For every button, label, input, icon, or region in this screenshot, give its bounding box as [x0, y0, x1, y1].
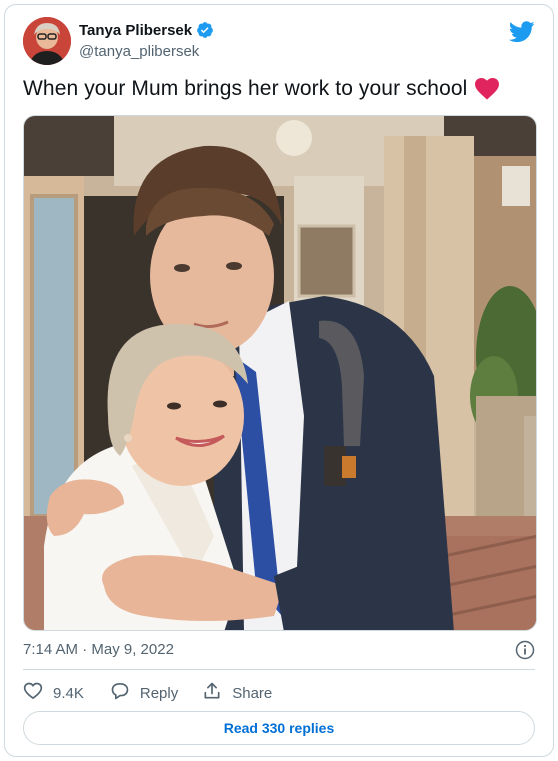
info-icon[interactable] [515, 640, 535, 660]
read-replies-button[interactable]: Read 330 replies [23, 711, 535, 745]
red-heart-icon [475, 78, 500, 100]
share-upload-icon [202, 681, 222, 705]
tweet-body: When your Mum brings her work to your sc… [23, 77, 468, 100]
author-block[interactable]: Tanya Plibersek @tanya_plibersek [79, 20, 214, 60]
like-count: 9.4K [53, 684, 84, 702]
tweet-timestamp[interactable]: 7:14 AM · May 9, 2022 [23, 641, 174, 658]
avatar[interactable] [23, 17, 71, 65]
tweet-text: When your Mum brings her work to your sc… [23, 77, 500, 101]
share-button[interactable]: Share [202, 681, 272, 705]
tweet-photo[interactable] [23, 115, 537, 631]
like-button[interactable]: 9.4K [23, 681, 84, 705]
twitter-bird-icon[interactable] [508, 21, 535, 43]
author-name[interactable]: Tanya Plibersek [79, 22, 192, 39]
divider [23, 669, 535, 670]
heart-outline-icon [23, 681, 43, 705]
tweet-card: Tanya Plibersek @tanya_plibersek When yo… [4, 4, 554, 757]
share-label: Share [232, 684, 273, 702]
reply-label: Reply [139, 684, 179, 702]
tweet-actions: 9.4K Reply Share [23, 681, 272, 705]
verified-badge-icon [196, 21, 214, 39]
author-handle[interactable]: @tanya_plibersek [79, 43, 214, 60]
reply-button[interactable]: Reply [110, 681, 178, 705]
speech-bubble-icon [110, 681, 130, 705]
